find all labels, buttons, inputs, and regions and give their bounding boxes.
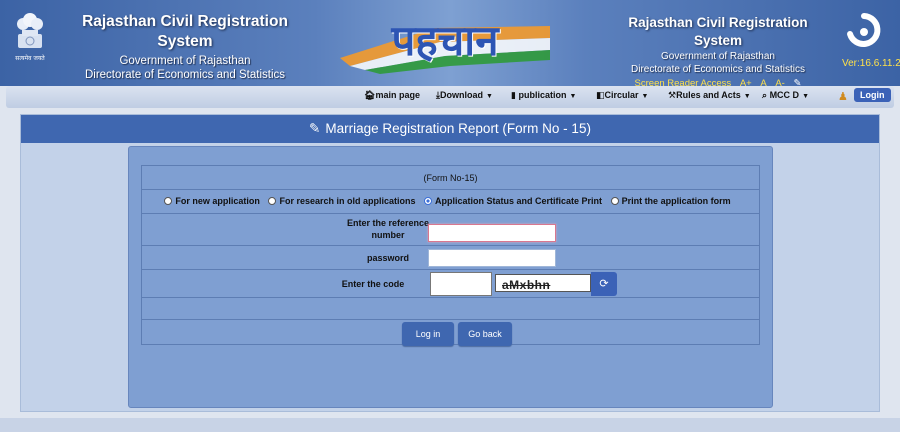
panel-title: Marriage Registration Report (Form No - … — [325, 121, 591, 136]
password-row: password — [141, 245, 760, 269]
user-key-icon: ♟ — [838, 91, 848, 103]
nav-mcc[interactable]: ⌕ MCC D ▼ — [762, 90, 809, 101]
radio-button[interactable] — [610, 197, 619, 205]
form-number: (Form No-15) — [423, 173, 478, 183]
reference-row: Enter the reference number — [141, 213, 760, 245]
radio-status-certificate[interactable]: Application Status and Certificate Print — [424, 190, 602, 212]
header-left-sub1: Government of Rajasthan — [119, 55, 251, 67]
header-left-block: Rajasthan Civil Registration System Gove… — [80, 12, 290, 82]
header-right-title: Rajasthan Civil Registration System — [628, 15, 808, 48]
emblem-caption: सत्यमेव जयते — [15, 54, 45, 62]
nav-rules[interactable]: ⚒Rules and Acts ▼ — [668, 90, 751, 101]
captcha-row: Enter the code aMxbhn ⟳ — [141, 269, 760, 297]
panel-header: ✎ Marriage Registration Report (Form No -… — [21, 115, 879, 143]
radio-new-application[interactable]: For new application — [164, 190, 260, 212]
site-header: सत्यमेव जयते Rajasthan Civil Registratio… — [0, 0, 900, 89]
header-right-sub2: Directorate of Economics and Statistics — [631, 64, 805, 75]
captcha-text: aMxbhn — [502, 278, 551, 292]
nav-circular[interactable]: ◧Circular ▼ — [596, 90, 648, 101]
reference-label: Enter the reference number — [346, 218, 430, 240]
radio-button-selected[interactable] — [424, 197, 433, 205]
login-button[interactable]: Login — [854, 88, 891, 102]
edit-icon: ✎ — [309, 121, 321, 136]
login-form: (Form No-15) For new application For res… — [128, 146, 773, 408]
reference-number-input[interactable] — [428, 224, 556, 242]
nav-main-page-label: main page — [375, 90, 420, 100]
captcha-image: aMxbhn — [495, 274, 591, 292]
version-label: Ver:16.6.11.24 — [842, 58, 900, 69]
nav-circular-label: Circular — [604, 90, 639, 100]
radio-group: For new application For research in old … — [142, 190, 759, 212]
radio-research-old[interactable]: For research in old applications — [268, 190, 416, 212]
password-input[interactable] — [428, 249, 556, 267]
header-right-block: Rajasthan Civil Registration System Gove… — [608, 14, 828, 91]
header-right-sub1: Government of Rajasthan — [661, 51, 775, 62]
password-label: password — [366, 253, 409, 263]
login-submit-button[interactable]: Log in — [402, 322, 454, 346]
nav-main-page[interactable]: 🏠︎main page — [364, 90, 420, 101]
nav-publication-label: publication — [518, 90, 567, 100]
main-nav: 🏠︎main page ⤓Download ▼ ▮ publication ▼ ◧C… — [6, 86, 894, 108]
brand-text: पहचान — [391, 16, 499, 65]
chevron-down-icon: ▼ — [743, 93, 751, 100]
book-icon: ▮ — [511, 90, 516, 100]
radio-button[interactable] — [164, 197, 173, 205]
captcha-input[interactable] — [430, 272, 492, 296]
nav-rules-label: Rules and Acts — [676, 90, 741, 100]
report-panel: ✎ Marriage Registration Report (Form No -… — [20, 114, 880, 412]
code-label: Enter the code — [341, 279, 405, 289]
spacer-row — [141, 297, 760, 319]
header-left-sub2: Directorate of Economics and Statistics — [84, 69, 286, 81]
swirl-logo-icon — [847, 13, 881, 47]
chevron-down-icon: ▼ — [802, 93, 809, 100]
nav-download[interactable]: ⤓Download ▼ — [436, 90, 493, 101]
state-emblem-icon: सत्यमेव जयते — [15, 13, 45, 62]
home-icon: 🏠︎ — [364, 90, 376, 100]
brand-logo: पहचान — [340, 8, 550, 74]
document-icon: ◧ — [596, 90, 605, 100]
nav-download-label: Download — [439, 90, 483, 100]
chevron-down-icon: ▼ — [485, 93, 493, 100]
options-row: For new application For research in old … — [141, 189, 760, 213]
refresh-captcha-icon[interactable]: ⟳ — [591, 272, 617, 296]
chevron-down-icon: ▼ — [569, 93, 577, 100]
header-left-title: Rajasthan Civil Registration System — [82, 13, 288, 50]
chevron-down-icon: ▼ — [641, 93, 649, 100]
footer-strip — [0, 418, 900, 432]
form-number-row: (Form No-15) — [141, 165, 760, 189]
go-back-button[interactable]: Go back — [458, 322, 512, 346]
gavel-icon: ⚒ — [668, 90, 677, 100]
radio-button[interactable] — [268, 197, 277, 205]
search-icon: ⌕ — [762, 90, 768, 100]
nav-mcc-label: MCC D — [769, 90, 800, 100]
buttons-row: Log in Go back — [141, 319, 760, 346]
radio-print-form[interactable]: Print the application form — [610, 190, 731, 212]
nav-publication[interactable]: ▮ publication ▼ — [511, 90, 576, 101]
